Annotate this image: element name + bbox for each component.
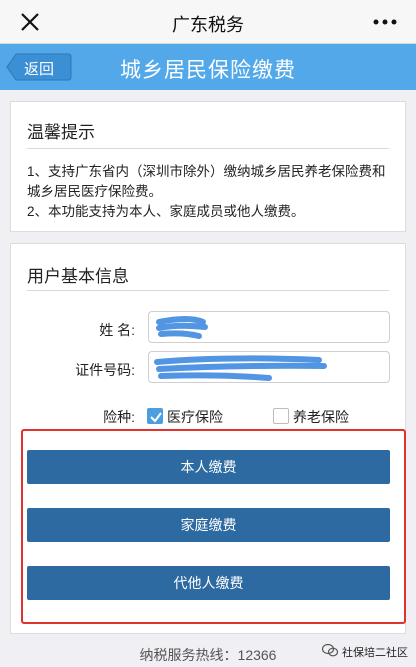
wechat-logo-icon: [322, 643, 338, 657]
tips-heading: 温馨提示: [27, 123, 95, 142]
page-title: 城乡居民保险缴费: [120, 59, 296, 82]
divider: [27, 290, 389, 291]
tip-line-2: 2、本功能支持为本人、家庭成员或他人缴费。: [27, 204, 305, 219]
wechat-top-bar: 广东税务: [0, 0, 416, 44]
insurance-type-row: 险种: 医疗保险 养老保险: [11, 405, 405, 427]
medical-insurance-checkbox[interactable]: [147, 408, 163, 424]
family-payment-button[interactable]: 家庭缴费: [27, 508, 390, 542]
medical-insurance-label: 医疗保险: [167, 409, 223, 425]
pension-insurance-checkbox[interactable]: [273, 408, 289, 424]
pay-for-others-button[interactable]: 代他人缴费: [27, 566, 390, 600]
redaction-scribble: [154, 355, 327, 381]
id-number-field[interactable]: [148, 351, 390, 383]
user-info-heading: 用户基本信息: [27, 267, 129, 286]
redaction-scribble: [156, 316, 208, 339]
more-icon[interactable]: [372, 12, 398, 32]
watermark-text: 社保培二社区: [342, 647, 408, 659]
name-label: 姓 名:: [99, 322, 135, 338]
tips-card: 温馨提示 1、支持广东省内（深圳市除外）缴纳城乡居民养老保险费和城乡居民医疗保险…: [10, 101, 406, 232]
check-icon: [150, 412, 162, 423]
wechat-title: 广东税务: [172, 15, 244, 35]
self-payment-button[interactable]: 本人缴费: [27, 450, 390, 484]
id-label: 证件号码:: [75, 362, 135, 378]
watermark: 社保培二社区: [322, 643, 408, 660]
pension-insurance-label: 养老保险: [293, 409, 349, 425]
name-field[interactable]: [148, 311, 390, 343]
tip-line-1: 1、支持广东省内（深圳市除外）缴纳城乡居民养老保险费和城乡居民医疗保险费。: [27, 164, 386, 199]
divider: [27, 148, 389, 149]
app-header: 返回 城乡居民保险缴费: [0, 44, 416, 90]
insurance-label: 险种:: [103, 409, 135, 425]
